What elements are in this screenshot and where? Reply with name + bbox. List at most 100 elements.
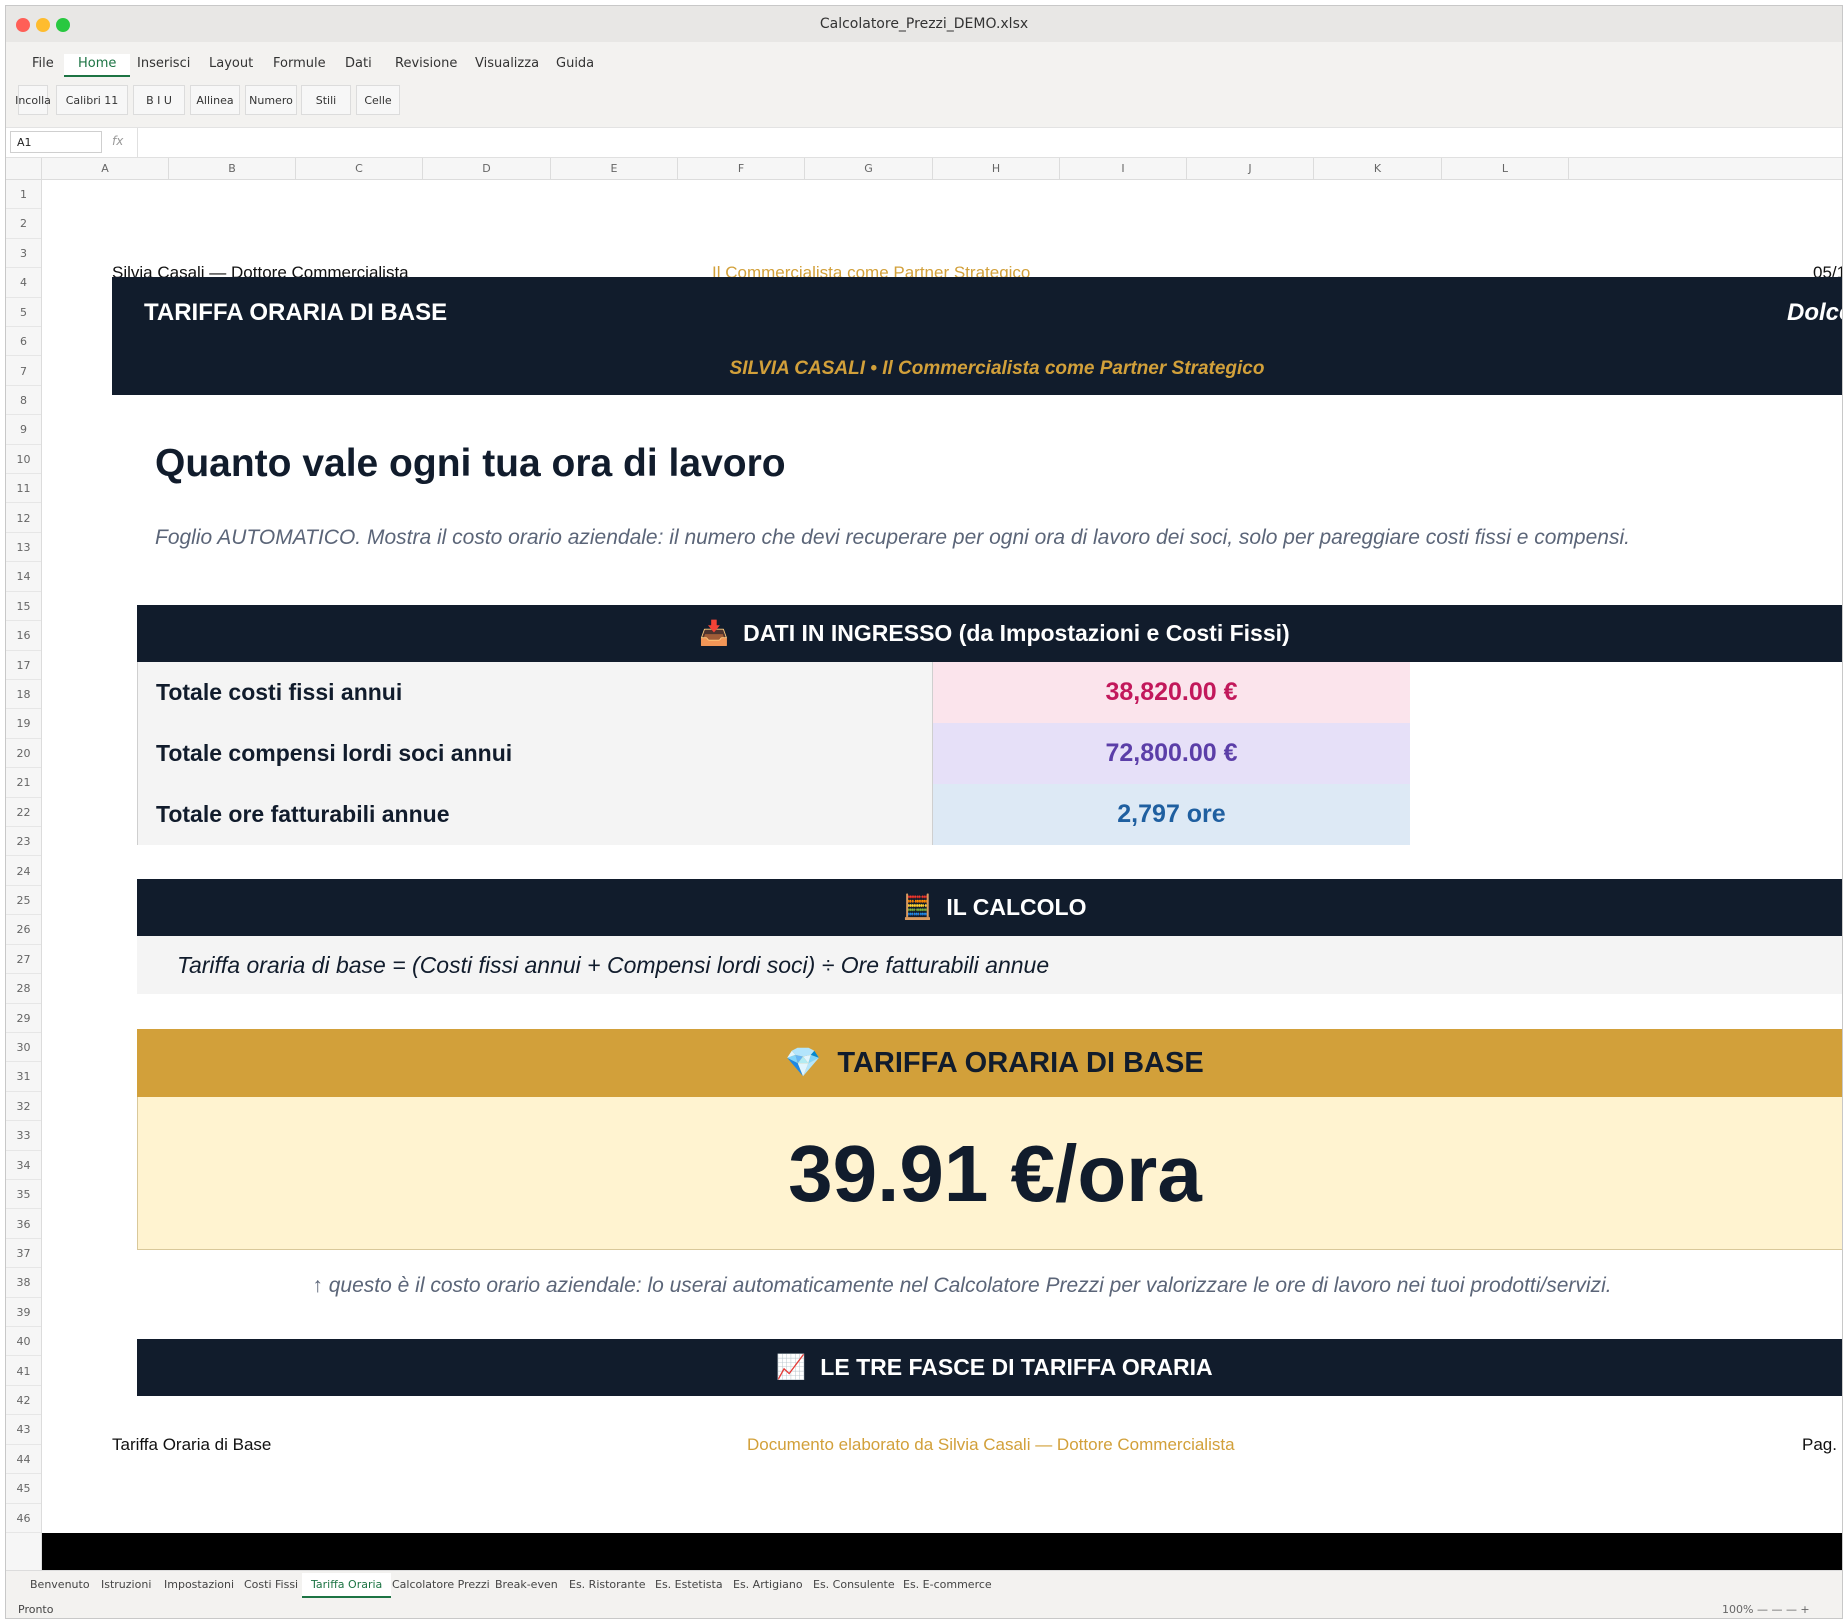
row-number[interactable]: 20 — [6, 739, 41, 769]
row-number[interactable]: 17 — [6, 651, 41, 680]
sheet-tab-impostazioni[interactable]: Impostazioni — [164, 1578, 234, 1591]
row-number[interactable]: 22 — [6, 798, 41, 828]
column-header-l[interactable]: L — [1442, 158, 1569, 180]
sheet-tab-benvenuto[interactable]: Benvenuto — [30, 1578, 90, 1591]
row-number[interactable]: 9 — [6, 415, 41, 445]
row-number[interactable]: 6 — [6, 327, 41, 357]
tab-home[interactable]: Home — [64, 54, 131, 77]
row-number[interactable]: 12 — [6, 504, 41, 533]
row-number[interactable]: 25 — [6, 886, 41, 916]
row-number[interactable]: 37 — [6, 1239, 41, 1269]
row-number[interactable]: 30 — [6, 1033, 41, 1063]
row-number[interactable]: 35 — [6, 1180, 41, 1210]
column-header: A B C D E F G H I J K L — [42, 158, 1842, 180]
row-number[interactable]: 7 — [6, 357, 41, 386]
name-box[interactable]: A1 — [10, 131, 102, 153]
row-number[interactable]: 24 — [6, 857, 41, 886]
cells-button[interactable]: Celle — [356, 85, 400, 115]
bold-italic-underline-button[interactable]: B I U — [133, 85, 185, 115]
column-header-i[interactable]: I — [1060, 158, 1187, 180]
row-value-partner-compensation[interactable]: 72,800.00 € — [933, 723, 1410, 784]
sheet-tab-es-artigiano[interactable]: Es. Artigiano — [733, 1578, 803, 1591]
sheet-tab-break-even[interactable]: Break-even — [495, 1578, 558, 1591]
row-number[interactable]: 28 — [6, 974, 41, 1004]
sheet-tab-tariffa-oraria[interactable]: Tariffa Oraria — [302, 1573, 392, 1598]
row-value-billable-hours[interactable]: 2,797 ore — [933, 784, 1410, 845]
align-button[interactable]: Allinea — [190, 85, 240, 115]
row-number[interactable]: 46 — [6, 1504, 41, 1533]
row-number[interactable]: 23 — [6, 827, 41, 857]
row-number[interactable]: 4 — [6, 268, 41, 298]
row-number[interactable]: 13 — [6, 533, 41, 563]
sheet-tab-es-e-commerce[interactable]: Es. E-commerce — [903, 1578, 992, 1591]
hourly-rate-value[interactable]: 39.91 €/ora — [137, 1097, 1842, 1250]
row-number[interactable]: 41 — [6, 1357, 41, 1386]
tab-file[interactable]: File — [32, 56, 54, 71]
table-row: Totale costi fissi annui 38,820.00 € — [137, 662, 1410, 723]
row-number[interactable]: 27 — [6, 945, 41, 975]
row-number[interactable]: 16 — [6, 621, 41, 651]
sheet-tab-calcolatore-prezzi[interactable]: Calcolatore Prezzi — [392, 1578, 490, 1591]
row-number[interactable]: 5 — [6, 298, 41, 328]
row-number[interactable]: 19 — [6, 709, 41, 739]
row-number[interactable]: 44 — [6, 1445, 41, 1475]
row-number[interactable]: 42 — [6, 1386, 41, 1416]
tab-revisione[interactable]: Revisione — [395, 56, 457, 71]
row-number[interactable]: 40 — [6, 1327, 41, 1357]
sheet-tab-costi-fissi[interactable]: Costi Fissi — [244, 1578, 298, 1591]
row-number[interactable]: 43 — [6, 1415, 41, 1445]
tab-formule[interactable]: Formule — [273, 56, 326, 71]
column-header-f[interactable]: F — [678, 158, 805, 180]
row-value-fixed-costs[interactable]: 38,820.00 € — [933, 662, 1410, 723]
number-format-button[interactable]: Numero — [245, 85, 297, 115]
zoom-control[interactable]: 100% — — — + — [1722, 1603, 1810, 1616]
tab-inserisci[interactable]: Inserisci — [137, 56, 190, 71]
row-number[interactable]: 2 — [6, 209, 41, 239]
abacus-icon: 🧮 — [902, 894, 933, 921]
sheet-tab-istruzioni[interactable]: Istruzioni — [101, 1578, 151, 1591]
paste-button[interactable]: Incolla — [15, 85, 51, 115]
row-number[interactable]: 18 — [6, 680, 41, 710]
row-number[interactable]: 15 — [6, 592, 41, 622]
row-number[interactable]: 10 — [6, 445, 41, 475]
row-number[interactable]: 31 — [6, 1062, 41, 1092]
column-header-c[interactable]: C — [296, 158, 423, 180]
column-header-h[interactable]: H — [933, 158, 1060, 180]
tab-layout[interactable]: Layout — [209, 56, 253, 71]
styles-button[interactable]: Stili — [301, 85, 351, 115]
row-number[interactable]: 39 — [6, 1298, 41, 1328]
sheet-tab-es-consulente[interactable]: Es. Consulente — [813, 1578, 895, 1591]
row-number[interactable]: 38 — [6, 1268, 41, 1298]
page-footer-center: Documento elaborato da Silvia Casali — D… — [747, 1435, 1235, 1454]
row-number[interactable]: 14 — [6, 562, 41, 592]
row-number[interactable]: 32 — [6, 1092, 41, 1122]
row-number[interactable]: 21 — [6, 768, 41, 798]
sheet-tab-es-estetista[interactable]: Es. Estetista — [655, 1578, 723, 1591]
row-number[interactable]: 3 — [6, 239, 41, 269]
font-selector[interactable]: Calibri 11 — [56, 85, 128, 115]
row-number[interactable]: 33 — [6, 1121, 41, 1151]
tab-dati[interactable]: Dati — [345, 56, 372, 71]
column-header-e[interactable]: E — [551, 158, 678, 180]
row-number[interactable]: 36 — [6, 1210, 41, 1239]
tab-visualizza[interactable]: Visualizza — [475, 56, 539, 71]
inbox-tray-icon: 📥 — [699, 620, 730, 647]
sheet-tab-es-ristorante[interactable]: Es. Ristorante — [569, 1578, 645, 1591]
row-number[interactable]: 34 — [6, 1151, 41, 1180]
row-number[interactable]: 8 — [6, 386, 41, 416]
row-number[interactable]: 29 — [6, 1004, 41, 1033]
column-header-a[interactable]: A — [42, 158, 169, 180]
row-number[interactable]: 11 — [6, 474, 41, 504]
column-header-b[interactable]: B — [169, 158, 296, 180]
inputs-section-header: 📥 DATI IN INGRESSO (da Impostazioni e Co… — [137, 605, 1842, 662]
row-number[interactable]: 1 — [6, 180, 41, 210]
sheet-grid[interactable]: Silvia Casali — Dottore Commercialista I… — [42, 180, 1842, 1533]
column-header-d[interactable]: D — [423, 158, 551, 180]
row-number[interactable]: 26 — [6, 915, 41, 945]
row-number[interactable]: 45 — [6, 1474, 41, 1504]
column-header-g[interactable]: G — [805, 158, 933, 180]
select-all-corner[interactable] — [6, 158, 42, 180]
column-header-k[interactable]: K — [1314, 158, 1442, 180]
column-header-j[interactable]: J — [1187, 158, 1314, 180]
tab-guida[interactable]: Guida — [556, 56, 594, 71]
